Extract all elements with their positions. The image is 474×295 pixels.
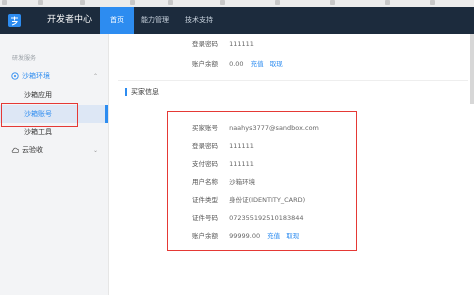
sandbox-icon	[11, 72, 19, 80]
bookmark-item[interactable]	[330, 0, 337, 7]
scrollbar[interactable]	[470, 34, 474, 104]
seller-login-password-row: 登录密码 111111	[192, 40, 254, 48]
sidebar-item-cloud-acceptance[interactable]: 云验收 ⌄	[0, 142, 108, 159]
sidebar-item-label: 沙箱环境	[22, 72, 50, 80]
buyer-username-row: 用户名称 沙箱环境	[192, 178, 256, 186]
buyer-balance-row: 账户余额 99999.00 充值 取现	[192, 232, 300, 240]
sidebar-item-label: 云验收	[22, 146, 43, 154]
alipay-logo-icon[interactable]	[8, 14, 21, 27]
buyer-withdraw-link[interactable]: 取现	[286, 232, 299, 240]
buyer-account-row: 买家账号 naahys3777@sandbox.com	[192, 124, 319, 132]
buyer-info-title: 买家信息	[125, 88, 159, 96]
buyer-id-type-row: 证件类型 身份证(IDENTITY_CARD)	[192, 196, 306, 204]
tab-capability-management[interactable]: 能力管理	[134, 7, 176, 34]
tab-home[interactable]: 首页	[100, 7, 134, 34]
bookmark-item[interactable]	[220, 0, 227, 7]
buyer-id-number-row: 证件号码 072355192510183844	[192, 214, 304, 222]
cloud-icon	[11, 147, 19, 153]
highlight-box-sidebar	[1, 103, 78, 127]
section-divider	[118, 80, 468, 81]
bookmark-item[interactable]	[2, 0, 9, 7]
bookmark-item[interactable]	[385, 0, 392, 7]
chevron-down-icon: ⌄	[92, 147, 98, 154]
brand-title[interactable]: 开发者中心	[47, 14, 92, 27]
sidebar: 研发服务 沙箱环境 ⌃ 沙箱应用 沙箱账号 沙箱工具 云验收 ⌄	[0, 34, 109, 295]
bookmarks-bar	[0, 0, 474, 7]
sidebar-item-sandbox-app[interactable]: 沙箱应用	[0, 86, 108, 104]
top-navigation: 开发者中心 首页 能力管理 技术支持	[0, 7, 474, 34]
bookmark-item[interactable]	[130, 0, 137, 7]
bookmark-item[interactable]	[80, 0, 87, 7]
seller-balance-row: 账户余额 0.00 充值 取现	[192, 60, 283, 68]
sidebar-group-label: 研发服务	[12, 55, 37, 62]
seller-withdraw-link[interactable]: 取现	[270, 60, 283, 68]
bookmark-item[interactable]	[168, 0, 175, 7]
buyer-login-password-row: 登录密码 111111	[192, 142, 254, 150]
buyer-pay-password-row: 支付密码 111111	[192, 160, 254, 168]
tab-tech-support[interactable]: 技术支持	[176, 7, 222, 34]
seller-recharge-link[interactable]: 充值	[251, 60, 264, 68]
main-content: 登录密码 111111 账户余额 0.00 充值 取现 买家信息 买家账号 na…	[108, 34, 474, 295]
bookmark-item[interactable]	[275, 0, 282, 7]
buyer-recharge-link[interactable]: 充值	[267, 232, 280, 240]
sidebar-item-sandbox-env[interactable]: 沙箱环境 ⌃	[0, 68, 108, 85]
bookmark-item[interactable]	[430, 0, 437, 7]
bookmark-item[interactable]	[38, 0, 45, 7]
chevron-up-icon: ⌃	[92, 73, 98, 80]
